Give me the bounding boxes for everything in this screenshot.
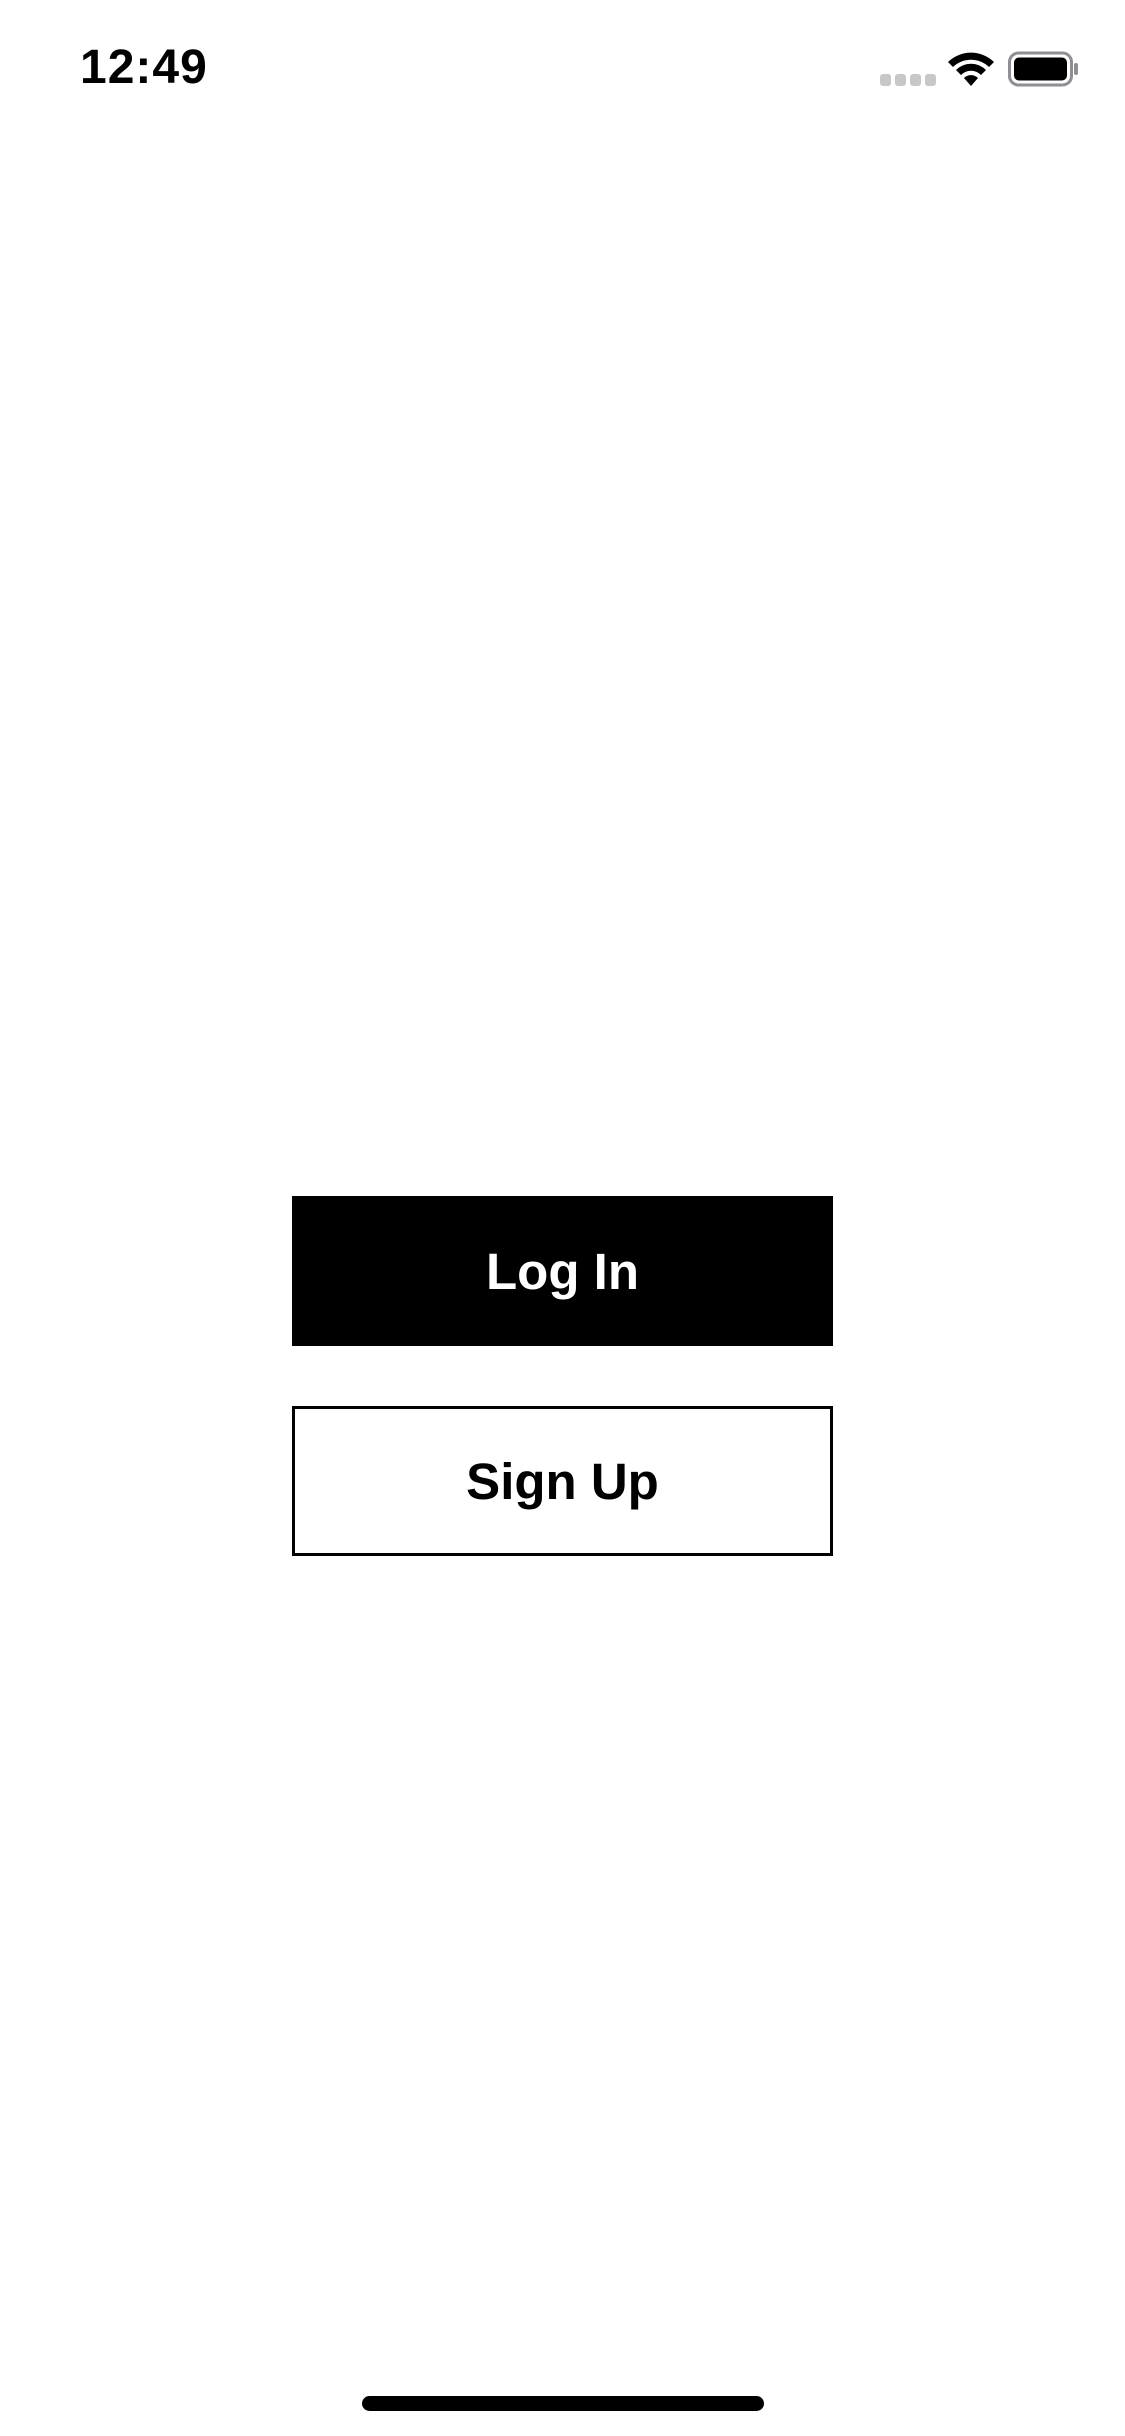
battery-icon [1008, 51, 1078, 87]
signup-button[interactable]: Sign Up [292, 1406, 833, 1556]
wifi-icon [948, 52, 994, 86]
login-button-label: Log In [486, 1242, 639, 1300]
login-button[interactable]: Log In [292, 1196, 833, 1346]
cellular-signal-icon [880, 74, 936, 86]
status-time: 12:49 [80, 41, 208, 94]
signup-button-label: Sign Up [466, 1452, 659, 1510]
home-indicator[interactable] [362, 2396, 764, 2411]
status-bar: 12:49 [0, 0, 1125, 140]
